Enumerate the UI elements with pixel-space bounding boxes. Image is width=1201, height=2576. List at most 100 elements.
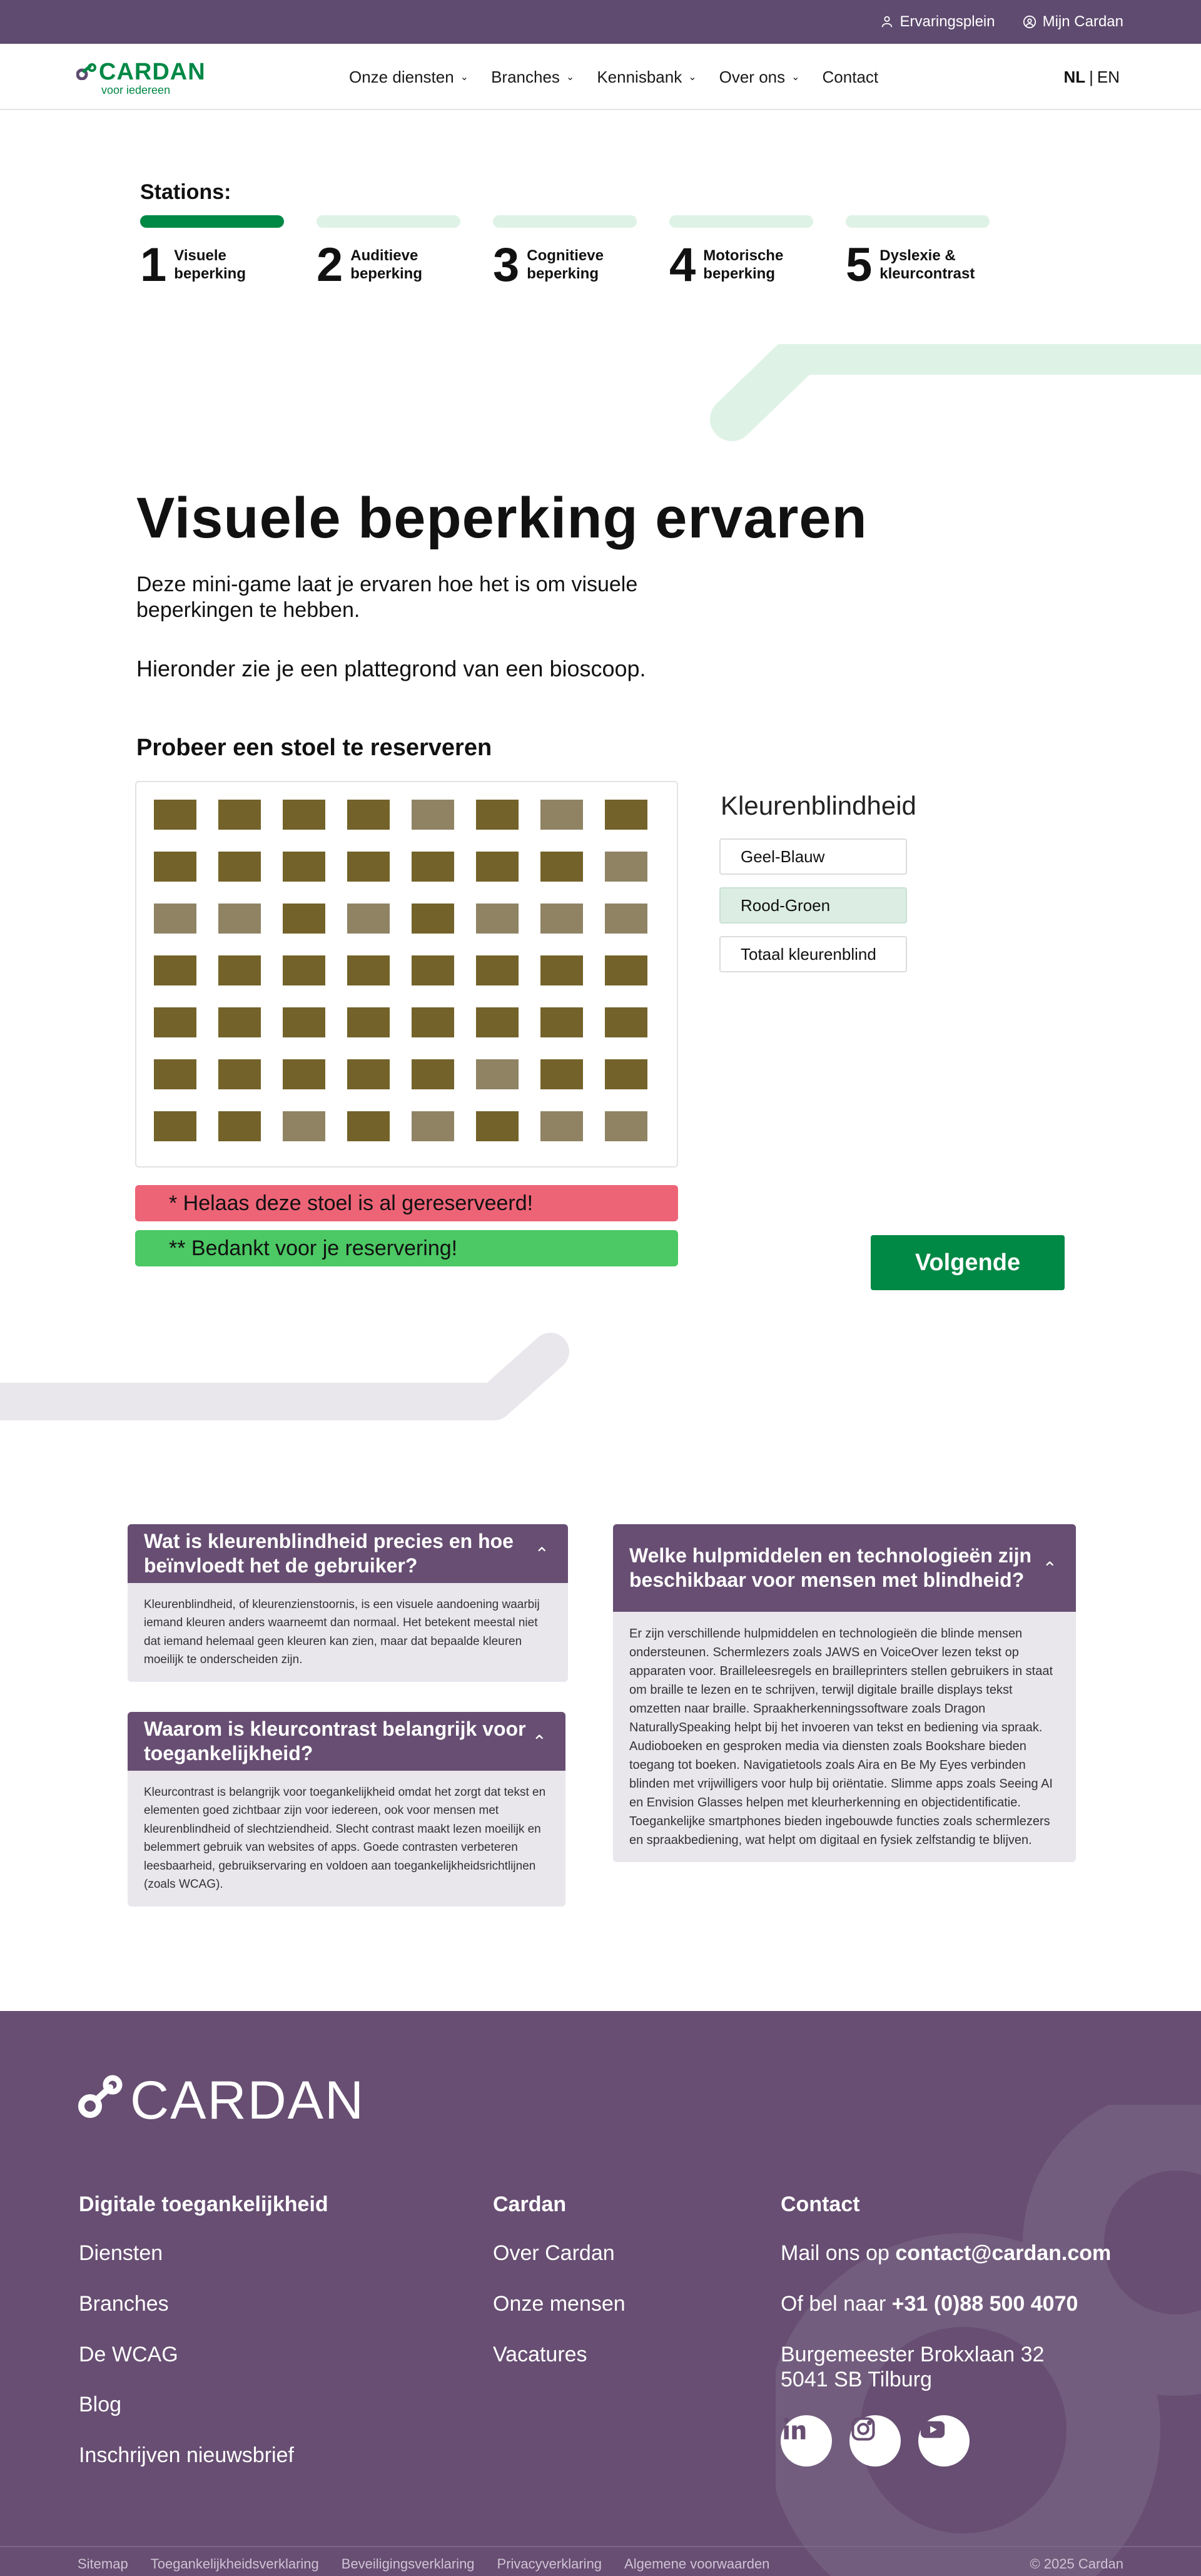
seat[interactable] bbox=[605, 955, 647, 985]
seat[interactable] bbox=[412, 1111, 454, 1141]
seat[interactable] bbox=[476, 852, 519, 882]
seat[interactable] bbox=[283, 904, 325, 934]
seat[interactable] bbox=[283, 955, 325, 985]
seat[interactable] bbox=[154, 1111, 196, 1141]
colorblind-option-button[interactable]: Geel-Blauw bbox=[719, 838, 907, 875]
station-4[interactable]: 4 Motorische beperking bbox=[669, 215, 813, 289]
footer-link[interactable]: Diensten bbox=[79, 2241, 328, 2266]
seat[interactable] bbox=[283, 1111, 325, 1141]
lang-nl[interactable]: NL bbox=[1063, 68, 1085, 87]
seat[interactable] bbox=[218, 1007, 261, 1037]
seat[interactable] bbox=[476, 800, 519, 830]
station-2[interactable]: 2 Auditieve beperking bbox=[317, 215, 460, 289]
mail-link[interactable]: contact@cardan.com bbox=[895, 2241, 1111, 2265]
footer-link[interactable]: Blog bbox=[79, 2392, 328, 2418]
footer-link[interactable]: Vacatures bbox=[493, 2342, 626, 2368]
colorblind-option-button[interactable]: Rood-Groen bbox=[719, 887, 907, 924]
lang-en[interactable]: EN bbox=[1097, 68, 1120, 87]
faq-question-toggle[interactable]: Waarom is kleurcontrast belangrijk voor … bbox=[128, 1712, 565, 1771]
seat[interactable] bbox=[476, 955, 519, 985]
seat[interactable] bbox=[347, 1111, 390, 1141]
legal-link[interactable]: Privacyverklaring bbox=[497, 2556, 602, 2572]
cardan-logo[interactable]: CARDAN voor iedereen bbox=[76, 59, 205, 96]
seat[interactable] bbox=[605, 800, 647, 830]
legal-link[interactable]: Sitemap bbox=[78, 2556, 128, 2572]
seat[interactable] bbox=[154, 1059, 196, 1089]
nav-knowledge[interactable]: Kennisbank ⌄ bbox=[597, 68, 696, 87]
faq-question-toggle[interactable]: Wat is kleurenblindheid precies en hoe b… bbox=[128, 1524, 568, 1583]
seat[interactable] bbox=[540, 800, 583, 830]
seat[interactable] bbox=[347, 800, 390, 830]
footer-link[interactable]: Inschrijven nieuwsbrief bbox=[79, 2443, 328, 2468]
seat[interactable] bbox=[412, 1007, 454, 1037]
station-5[interactable]: 5 Dyslexie & kleurcontrast bbox=[846, 215, 990, 289]
seat[interactable] bbox=[154, 904, 196, 934]
footer-link[interactable]: Branches bbox=[79, 2291, 328, 2317]
footer-logo[interactable]: CARDAN bbox=[78, 2070, 363, 2131]
seat[interactable] bbox=[605, 904, 647, 934]
seat[interactable] bbox=[283, 1059, 325, 1089]
seat[interactable] bbox=[412, 904, 454, 934]
seat[interactable] bbox=[218, 904, 261, 934]
instagram-link[interactable] bbox=[849, 2415, 901, 2467]
legal-link[interactable]: Beveiligingsverklaring bbox=[342, 2556, 475, 2572]
nav-label: Kennisbank bbox=[597, 67, 682, 86]
seat[interactable] bbox=[347, 904, 390, 934]
seat[interactable] bbox=[154, 852, 196, 882]
seat[interactable] bbox=[540, 955, 583, 985]
seat[interactable] bbox=[154, 1007, 196, 1037]
seat[interactable] bbox=[412, 955, 454, 985]
stations-title: Stations: bbox=[140, 180, 231, 204]
station-3[interactable]: 3 Cognitieve beperking bbox=[493, 215, 637, 289]
seat[interactable] bbox=[347, 1007, 390, 1037]
seat[interactable] bbox=[476, 904, 519, 934]
experience-link[interactable]: Ervaringsplein bbox=[880, 13, 995, 31]
seat[interactable] bbox=[476, 1007, 519, 1037]
nav-contact[interactable]: Contact bbox=[823, 68, 879, 87]
account-link[interactable]: Mijn Cardan bbox=[1023, 13, 1123, 31]
seat[interactable] bbox=[412, 852, 454, 882]
seat[interactable] bbox=[218, 955, 261, 985]
next-button[interactable]: Volgende bbox=[871, 1235, 1065, 1290]
seat[interactable] bbox=[283, 1007, 325, 1037]
linkedin-link[interactable] bbox=[781, 2415, 832, 2467]
seat[interactable] bbox=[605, 1007, 647, 1037]
footer-link[interactable]: Onze mensen bbox=[493, 2291, 626, 2317]
phone-link[interactable]: +31 (0)88 500 4070 bbox=[892, 2292, 1078, 2316]
seat[interactable] bbox=[218, 1111, 261, 1141]
seat[interactable] bbox=[540, 852, 583, 882]
footer-link[interactable]: De WCAG bbox=[79, 2342, 328, 2368]
seat[interactable] bbox=[283, 800, 325, 830]
seat[interactable] bbox=[476, 1111, 519, 1141]
seat[interactable] bbox=[218, 852, 261, 882]
footer-link[interactable]: Over Cardan bbox=[493, 2241, 626, 2266]
faq-question-toggle[interactable]: Welke hulpmiddelen en technologieën zijn… bbox=[613, 1524, 1076, 1612]
seat[interactable] bbox=[605, 1111, 647, 1141]
seat[interactable] bbox=[476, 1059, 519, 1089]
nav-services[interactable]: Onze diensten ⌄ bbox=[349, 68, 469, 87]
seat[interactable] bbox=[154, 800, 196, 830]
seat[interactable] bbox=[283, 852, 325, 882]
seat[interactable] bbox=[218, 1059, 261, 1089]
seat[interactable] bbox=[218, 800, 261, 830]
seat-grid bbox=[154, 800, 647, 1141]
station-1[interactable]: 1 Visuele beperking bbox=[140, 215, 284, 289]
legal-link[interactable]: Algemene voorwaarden bbox=[624, 2556, 769, 2572]
seat[interactable] bbox=[605, 1059, 647, 1089]
seat[interactable] bbox=[412, 800, 454, 830]
colorblind-option-button[interactable]: Totaal kleurenblind bbox=[719, 936, 907, 972]
seat[interactable] bbox=[540, 904, 583, 934]
youtube-link[interactable] bbox=[918, 2415, 970, 2467]
seat[interactable] bbox=[540, 1007, 583, 1037]
nav-about[interactable]: Over ons ⌄ bbox=[719, 68, 800, 87]
seat[interactable] bbox=[347, 852, 390, 882]
seat[interactable] bbox=[154, 955, 196, 985]
seat[interactable] bbox=[540, 1111, 583, 1141]
nav-branches[interactable]: Branches ⌄ bbox=[491, 68, 574, 87]
seat[interactable] bbox=[605, 852, 647, 882]
seat[interactable] bbox=[412, 1059, 454, 1089]
seat[interactable] bbox=[540, 1059, 583, 1089]
seat[interactable] bbox=[347, 955, 390, 985]
legal-link[interactable]: Toegankelijkheidsverklaring bbox=[151, 2556, 319, 2572]
seat[interactable] bbox=[347, 1059, 390, 1089]
